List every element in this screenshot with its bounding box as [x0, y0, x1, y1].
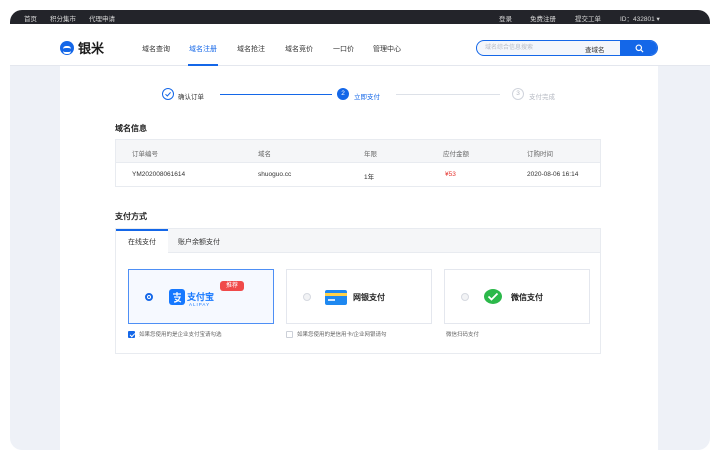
top-link-login[interactable]: 登录 [499, 13, 512, 23]
cell-amount: ¥53 [445, 171, 456, 178]
col-years: 年限 [364, 151, 377, 158]
step-3-circle: 3 [512, 88, 524, 100]
nav-item-domain-auction[interactable]: 域名竞价 [285, 44, 313, 54]
alipay-radio[interactable] [145, 293, 153, 301]
nav-item-domain-query[interactable]: 域名查询 [142, 44, 170, 54]
payment-panel: 在线支付 账户余额支付 支付宝 ALIPAY 推荐 网银支付 微信支付 如果您使… [115, 228, 601, 354]
cell-order-no: YM202008061614 [132, 171, 186, 178]
step-line-2 [396, 94, 500, 95]
cell-order-time: 2020-08-06 16:14 [527, 171, 579, 178]
enterprise-alipay-note: 如果您使用的是企业支付宝请勾选 [139, 332, 222, 338]
tab-balance-payment[interactable]: 账户余额支付 [178, 229, 220, 253]
cell-years: 1年 [364, 174, 375, 181]
bank-card-icon [325, 290, 347, 305]
top-link-home[interactable]: 首页 [24, 13, 37, 23]
credit-bank-checkbox[interactable] [286, 330, 293, 338]
search-button[interactable] [620, 41, 657, 55]
enterprise-alipay-checkbox-row[interactable]: 如果您使用的是企业支付宝请勾选 [128, 330, 222, 338]
credit-bank-note: 如果您使用的是信用卡/企业网银请勾 [297, 332, 387, 338]
enterprise-alipay-checkbox[interactable] [128, 330, 135, 338]
top-link-points-market[interactable]: 积分集市 [50, 13, 76, 23]
search-icon [635, 44, 644, 53]
wechat-note-row: 微信扫码支付 [446, 330, 479, 338]
nav-item-management[interactable]: 管理中心 [373, 44, 401, 54]
order-table: 订单编号 域名 年限 应付金额 订购时间 YM202008061614 shuo… [115, 139, 601, 187]
tab-online-payment[interactable]: 在线支付 [116, 229, 168, 254]
col-domain: 域名 [258, 151, 271, 158]
alipay-icon [169, 289, 185, 305]
wechat-radio[interactable] [461, 293, 469, 301]
top-utility-bar: 首页 积分集市 代理申请 登录 免费注册 提交工单 ID：432801 ▾ [10, 10, 710, 24]
col-order-time: 订购时间 [527, 151, 553, 158]
account-id-menu[interactable]: ID：432801 ▾ [620, 13, 660, 23]
order-table-header: 订单编号 域名 年限 应付金额 订购时间 [116, 140, 600, 163]
domain-info-title: 域名信息 [115, 124, 147, 133]
step-2-label: 立即支付 [354, 94, 380, 101]
step-1-circle [162, 88, 174, 100]
alipay-subname: ALIPAY [189, 302, 211, 307]
top-link-ticket[interactable]: 提交工单 [575, 13, 601, 23]
brand-logo[interactable]: 银米 [60, 38, 104, 57]
logo-icon [60, 40, 74, 55]
wechat-scan-note: 微信扫码支付 [446, 332, 480, 338]
credit-bank-checkbox-row[interactable]: 如果您使用的是信用卡/企业网银请勾 [286, 330, 387, 338]
wechat-option[interactable]: 微信支付 [444, 269, 590, 324]
col-order-no: 订单编号 [132, 151, 158, 158]
check-icon [165, 92, 171, 97]
bank-option[interactable]: 网银支付 [286, 269, 432, 324]
browser-frame: 首页 积分集市 代理申请 登录 免费注册 提交工单 ID：432801 ▾ 银米… [10, 10, 710, 450]
step-line-1 [220, 94, 332, 95]
search-type-select[interactable]: 查域名 [585, 44, 605, 54]
brand-name: 银米 [78, 42, 105, 57]
nav-item-domain-register[interactable]: 域名注册 [189, 44, 217, 54]
step-1-label: 确认订单 [178, 94, 204, 101]
payment-method-title: 支付方式 [115, 212, 147, 221]
nav-item-fixed-price[interactable]: 一口价 [333, 44, 354, 54]
order-payment-card: 确认订单 2 立即支付 3 支付完成 域名信息 订单编号 域名 年限 应付金额 … [60, 66, 658, 450]
search-input[interactable] [477, 41, 575, 55]
bank-name: 网银支付 [353, 293, 385, 302]
recommend-badge: 推荐 [220, 281, 244, 291]
wechat-pay-icon [484, 289, 502, 304]
nav-item-domain-snapback[interactable]: 域名抢注 [237, 44, 265, 54]
top-link-agent-apply[interactable]: 代理申请 [89, 13, 115, 23]
search-bar: 查域名 [476, 40, 658, 56]
payment-tabs: 在线支付 账户余额支付 [116, 229, 600, 254]
top-link-register[interactable]: 免费注册 [530, 13, 556, 23]
wechat-name: 微信支付 [511, 293, 543, 302]
col-amount: 应付金额 [443, 151, 469, 158]
step-3-label: 支付完成 [529, 94, 555, 101]
cell-domain: shuoguo.cc [258, 171, 292, 178]
step-2-circle: 2 [337, 88, 349, 100]
bank-radio[interactable] [303, 293, 311, 301]
progress-steps: 确认订单 2 立即支付 3 支付完成 [60, 66, 658, 126]
alipay-option[interactable]: 支付宝 ALIPAY 推荐 [128, 269, 274, 324]
main-navbar: 银米 域名查询 域名注册 域名抢注 域名竞价 一口价 管理中心 查域名 [10, 24, 710, 66]
